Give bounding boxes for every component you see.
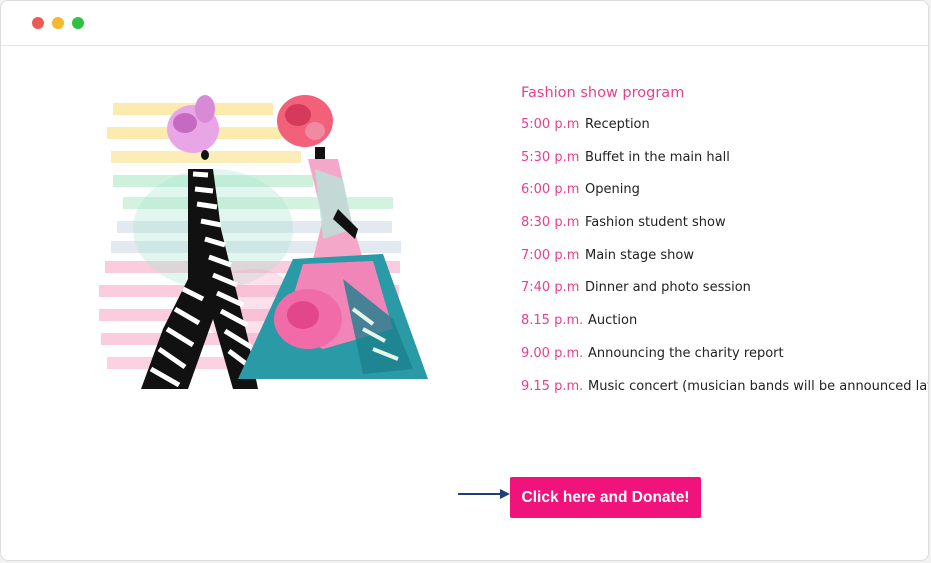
program-item-event: Reception [585, 117, 650, 132]
program-item-event: Auction [588, 313, 638, 329]
donate-section: Click here and Donate! [456, 477, 706, 519]
arrow-right-icon [458, 489, 510, 499]
program-item: 8.15 p.m. Auction [521, 311, 921, 344]
program-item-event: Fashion student show [585, 215, 726, 231]
arrow-head [500, 489, 510, 499]
program-item: 5:30 p.m Buffet in the main hall [521, 148, 921, 181]
program-item: 7:40 p.m Dinner and photo session [521, 278, 921, 311]
window-titlebar [1, 1, 928, 46]
minimize-window-icon[interactable] [52, 17, 64, 29]
program-item-time: 9.00 p.m. [521, 345, 584, 361]
program-item-time: 7:40 p.m [521, 280, 580, 296]
program-item-time: 7:00 p.m [521, 247, 580, 263]
program-item-event: Dinner and photo session [585, 280, 751, 296]
fashion-show-program: Fashion show program 5:00 p.m Reception … [521, 83, 928, 410]
program-item-event: Music concert (musician bands will be an… [588, 378, 929, 394]
program-item-time: 5:30 p.m [521, 149, 580, 165]
program-item-time: 8.15 p.m. [521, 313, 584, 329]
program-title: Fashion show program [521, 85, 685, 101]
program-item-time: 8:30 p.m [521, 215, 580, 231]
program-item-event: Opening [585, 182, 640, 198]
maximize-window-icon[interactable] [72, 17, 84, 29]
program-item-time: 9.15 p.m. [521, 378, 584, 394]
program-item: 9.00 p.m. Announcing the charity report [521, 344, 921, 377]
program-item: 9.15 p.m. Music concert (musician bands … [521, 377, 928, 410]
browser-window: Fashion show program 5:00 p.m Reception … [0, 0, 929, 561]
program-item: 6:00 p.m Opening [521, 180, 921, 213]
program-item-event: Buffet in the main hall [585, 149, 730, 165]
program-item: 7:00 p.m Main stage show [521, 246, 921, 279]
donate-button[interactable]: Click here and Donate! [510, 477, 701, 518]
fashion-models-illustration [93, 79, 438, 397]
program-item-time: 6:00 p.m [521, 182, 580, 198]
illustration-svg [99, 95, 428, 389]
program-item: 5:00 p.m Reception [521, 115, 921, 148]
program-item: 8:30 p.m Fashion student show [521, 213, 921, 246]
program-item-event: Main stage show [585, 247, 694, 263]
close-window-icon[interactable] [32, 17, 44, 29]
program-item-time: 5:00 p.m [521, 117, 580, 132]
program-item-event: Announcing the charity report [588, 345, 784, 361]
